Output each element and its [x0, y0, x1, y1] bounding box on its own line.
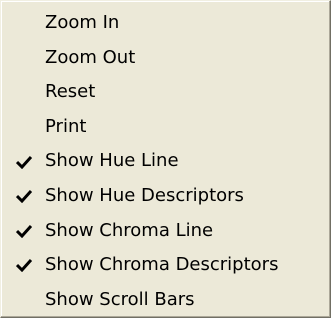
menu-item-label: Show Hue Line — [45, 150, 179, 172]
menu-item-show-hue-line[interactable]: Show Hue Line — [1, 144, 330, 179]
context-menu: Zoom In Zoom Out Reset Print Show Hue Li… — [0, 0, 331, 318]
checkmark-icon — [11, 248, 37, 283]
menu-item-print[interactable]: Print — [1, 110, 330, 145]
checkmark-icon — [11, 144, 37, 179]
menu-item-label: Zoom Out — [45, 46, 136, 68]
menu-item-zoom-out[interactable]: Zoom Out — [1, 41, 330, 76]
menu-item-label: Print — [45, 115, 87, 137]
menu-item-show-scroll-bars[interactable]: Show Scroll Bars — [1, 283, 330, 318]
menu-item-label: Zoom In — [45, 12, 120, 33]
menu-item-label: Show Hue Descriptors — [45, 184, 244, 206]
menu-item-reset[interactable]: Reset — [1, 75, 330, 110]
checkmark-icon — [11, 214, 37, 249]
menu-item-zoom-in[interactable]: Zoom In — [1, 6, 330, 41]
menu-item-show-chroma-descriptors[interactable]: Show Chroma Descriptors — [1, 248, 330, 283]
menu-item-show-hue-descriptors[interactable]: Show Hue Descriptors — [1, 179, 330, 214]
menu-item-show-chroma-line[interactable]: Show Chroma Line — [1, 214, 330, 249]
menu-item-label: Show Scroll Bars — [45, 288, 195, 310]
menu-item-label: Show Chroma Line — [45, 219, 214, 241]
checkmark-icon — [11, 179, 37, 214]
menu-item-label: Show Chroma Descriptors — [45, 254, 279, 276]
menu-item-label: Reset — [45, 81, 96, 103]
